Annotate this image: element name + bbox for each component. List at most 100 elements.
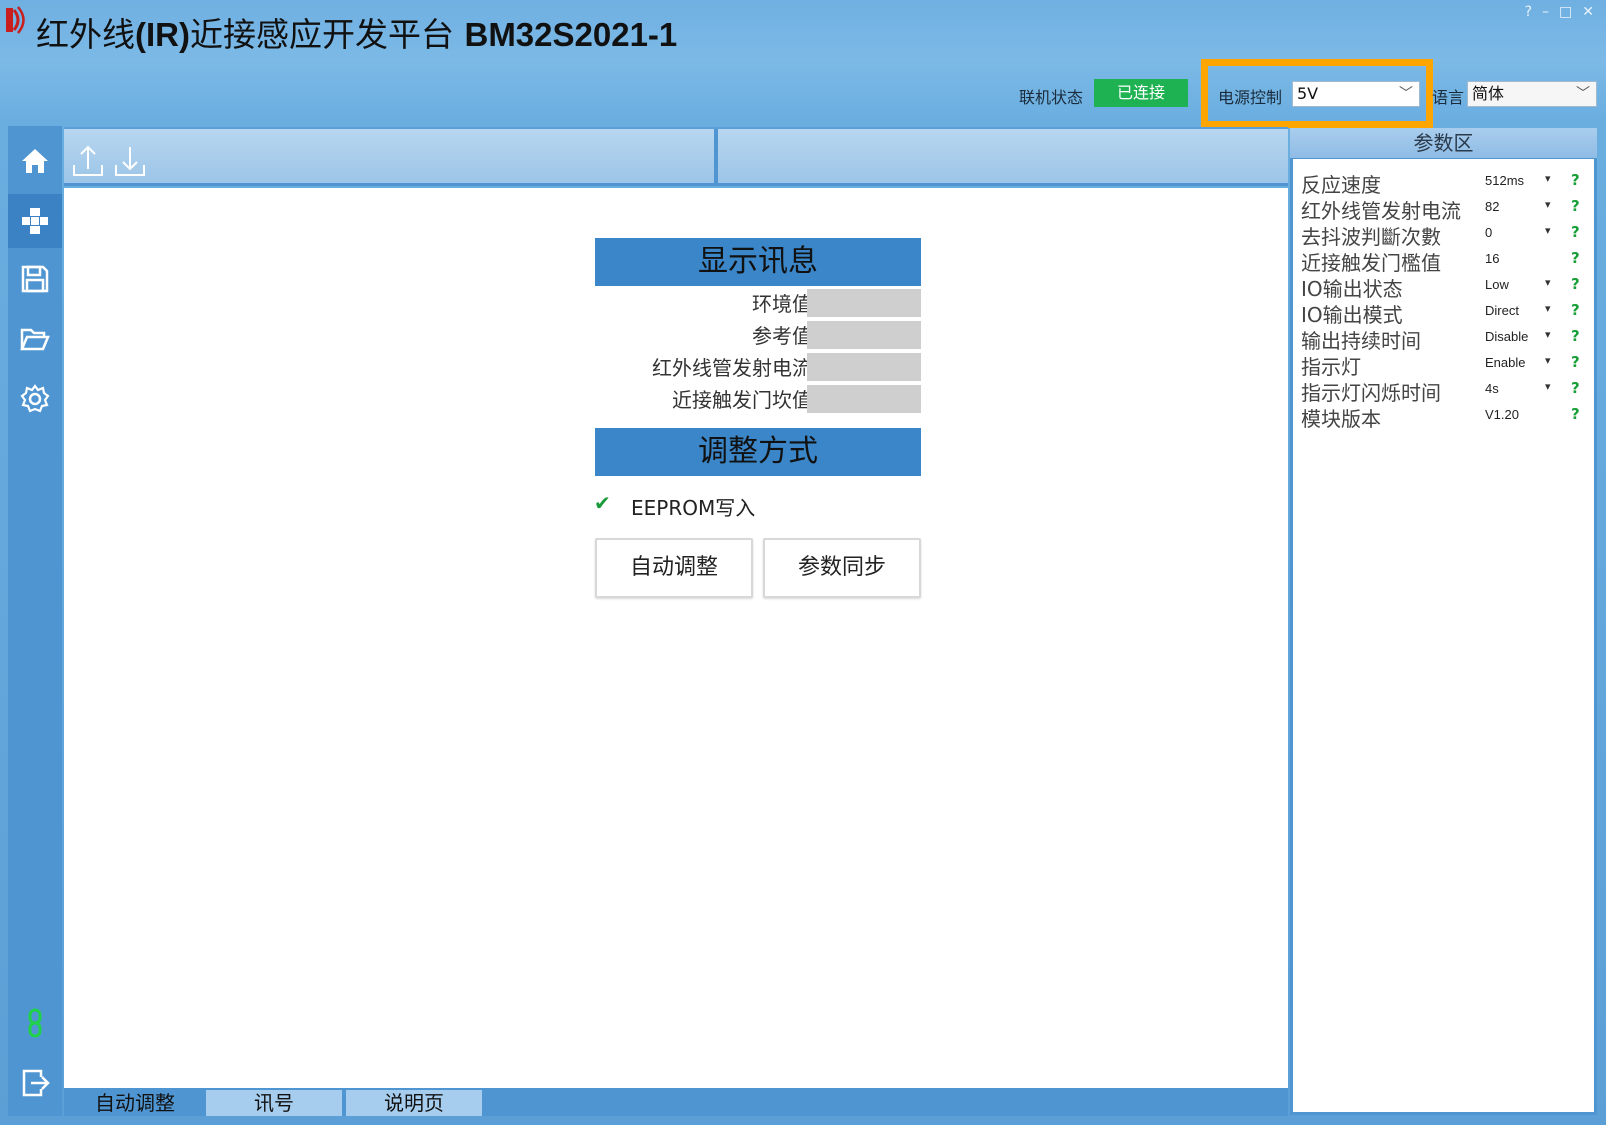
param-row: IO输出模式 Direct ▾ ? bbox=[1293, 299, 1594, 327]
param-panel: 参数区 反应速度 512ms ▾ ? 红外线管发射电流 82 ▾ ? 去抖波判斷… bbox=[1290, 128, 1597, 1115]
ambient-value-field bbox=[807, 289, 921, 317]
param-label: 输出持续时间 bbox=[1301, 329, 1421, 353]
main-content: 显示讯息 环境值 参考值 红外线管发射电流 近接触发门坎值 调整方式 ✔ EEP… bbox=[64, 188, 1288, 1088]
question-icon[interactable]: ? bbox=[1571, 223, 1580, 241]
sidebar-connection-button[interactable] bbox=[8, 996, 62, 1050]
adjust-mode-header: 调整方式 bbox=[595, 428, 921, 476]
param-value: Low bbox=[1485, 277, 1509, 292]
param-row: 红外线管发射电流 82 ▾ ? bbox=[1293, 195, 1594, 223]
param-panel-title: 参数区 bbox=[1290, 128, 1597, 158]
ambient-value-label: 环境值 bbox=[752, 292, 812, 316]
dropdown-arrow-icon[interactable]: ▾ bbox=[1545, 224, 1551, 237]
chevron-down-icon: ﹀ bbox=[1399, 86, 1413, 102]
bottom-tab-bar: 自动调整 讯号 说明页 bbox=[64, 1088, 1288, 1116]
connection-status-label: 联机状态 bbox=[1019, 88, 1084, 107]
param-value: 0 bbox=[1485, 225, 1493, 240]
param-value: Direct bbox=[1485, 303, 1519, 318]
param-label: 反应速度 bbox=[1301, 173, 1381, 197]
language-label: 语言 bbox=[1432, 88, 1465, 107]
tab-signal[interactable]: 讯号 bbox=[206, 1090, 342, 1116]
sidebar-exit-button[interactable] bbox=[8, 1056, 62, 1110]
param-value: 4s bbox=[1485, 381, 1499, 396]
exit-icon bbox=[22, 1069, 50, 1097]
tab-auto-adjust[interactable]: 自动调整 bbox=[64, 1090, 206, 1116]
folder-open-icon bbox=[20, 328, 50, 351]
param-value: Enable bbox=[1485, 355, 1526, 370]
param-row: 近接触发门檻值 16 ? bbox=[1293, 247, 1594, 275]
param-row: IO输出状态 Low ▾ ? bbox=[1293, 273, 1594, 301]
app-title: 红外线(IR)近接感应开发平台 BM32S2021-1 bbox=[36, 15, 678, 54]
param-list: 反应速度 512ms ▾ ? 红外线管发射电流 82 ▾ ? 去抖波判斷次數 0… bbox=[1293, 159, 1594, 1112]
question-icon[interactable]: ? bbox=[1571, 301, 1580, 319]
dropdown-arrow-icon[interactable]: ▾ bbox=[1545, 302, 1551, 315]
chevron-down-icon: ﹀ bbox=[1576, 86, 1590, 102]
upload-icon[interactable] bbox=[70, 143, 106, 179]
language-select[interactable]: 简体 ﹀ bbox=[1467, 81, 1597, 107]
dropdown-arrow-icon[interactable]: ▾ bbox=[1545, 172, 1551, 185]
param-value: 512ms bbox=[1485, 173, 1525, 188]
sidebar-module-button[interactable] bbox=[8, 194, 62, 248]
help-window-button[interactable]: ? bbox=[1525, 4, 1532, 20]
question-icon[interactable]: ? bbox=[1571, 405, 1580, 423]
param-label: 指示灯闪烁时间 bbox=[1301, 381, 1441, 405]
window-controls: ? – □ ✕ bbox=[1525, 4, 1594, 20]
connection-status-badge: 已连接 bbox=[1094, 79, 1188, 107]
param-label: 模块版本 bbox=[1301, 407, 1381, 431]
param-label: IO输出状态 bbox=[1301, 277, 1403, 301]
param-label: 指示灯 bbox=[1301, 355, 1361, 379]
param-value: V1.20 bbox=[1485, 407, 1519, 422]
param-row: 指示灯闪烁时间 4s ▾ ? bbox=[1293, 377, 1594, 405]
maximize-button[interactable]: □ bbox=[1559, 4, 1572, 20]
minimize-button[interactable]: – bbox=[1542, 4, 1549, 20]
trigger-threshold-field bbox=[807, 385, 921, 413]
dropdown-arrow-icon[interactable]: ▾ bbox=[1545, 276, 1551, 289]
param-label: 红外线管发射电流 bbox=[1301, 199, 1461, 223]
gear-icon bbox=[20, 384, 50, 413]
download-icon[interactable] bbox=[112, 143, 148, 179]
tab-help-page[interactable]: 说明页 bbox=[346, 1090, 482, 1116]
param-label: 去抖波判斷次數 bbox=[1301, 225, 1441, 249]
eeprom-write-checkbox[interactable]: ✔ bbox=[594, 491, 611, 515]
param-row: 去抖波判斷次數 0 ▾ ? bbox=[1293, 221, 1594, 249]
dropdown-arrow-icon[interactable]: ▾ bbox=[1545, 354, 1551, 367]
dropdown-arrow-icon[interactable]: ▾ bbox=[1545, 328, 1551, 341]
question-icon[interactable]: ? bbox=[1571, 171, 1580, 189]
save-icon bbox=[21, 265, 49, 293]
power-control-select[interactable]: 5V ﹀ bbox=[1292, 81, 1420, 107]
ir-current-label: 红外线管发射电流 bbox=[652, 356, 812, 380]
param-row: 模块版本 V1.20 ? bbox=[1293, 403, 1594, 431]
param-value: Disable bbox=[1485, 329, 1529, 344]
sidebar-settings-button[interactable] bbox=[8, 372, 62, 426]
trigger-threshold-label: 近接触发门坎值 bbox=[672, 388, 812, 412]
ir-current-field bbox=[807, 353, 921, 381]
param-label: 近接触发门檻值 bbox=[1301, 251, 1441, 275]
home-icon bbox=[22, 149, 48, 173]
param-row: 指示灯 Enable ▾ ? bbox=[1293, 351, 1594, 379]
sidebar-open-button[interactable] bbox=[8, 312, 62, 366]
question-icon[interactable]: ? bbox=[1571, 197, 1580, 215]
question-icon[interactable]: ? bbox=[1571, 249, 1580, 267]
close-button[interactable]: ✕ bbox=[1582, 4, 1594, 20]
dropdown-arrow-icon[interactable]: ▾ bbox=[1545, 380, 1551, 393]
question-icon[interactable]: ? bbox=[1571, 275, 1580, 293]
param-label: IO输出模式 bbox=[1301, 303, 1403, 327]
sidebar-home-button[interactable] bbox=[8, 134, 62, 188]
power-control-label: 电源控制 bbox=[1218, 88, 1283, 107]
param-value: 82 bbox=[1485, 199, 1500, 214]
question-icon[interactable]: ? bbox=[1571, 353, 1580, 371]
sidebar-save-button[interactable] bbox=[8, 252, 62, 306]
param-row: 输出持续时间 Disable ▾ ? bbox=[1293, 325, 1594, 353]
display-info-header: 显示讯息 bbox=[595, 238, 921, 286]
param-sync-button[interactable]: 参数同步 bbox=[763, 538, 921, 598]
dropdown-arrow-icon[interactable]: ▾ bbox=[1545, 198, 1551, 211]
question-icon[interactable]: ? bbox=[1571, 327, 1580, 345]
question-icon[interactable]: ? bbox=[1571, 379, 1580, 397]
link-icon bbox=[28, 1008, 42, 1038]
app-logo-icon bbox=[6, 6, 25, 34]
reference-value-label: 参考值 bbox=[752, 324, 812, 348]
toolbar bbox=[64, 127, 1288, 186]
auto-adjust-button[interactable]: 自动调整 bbox=[595, 538, 753, 598]
eeprom-write-label[interactable]: EEPROM写入 bbox=[631, 492, 755, 521]
param-row: 反应速度 512ms ▾ ? bbox=[1293, 169, 1594, 197]
param-value: 16 bbox=[1485, 251, 1500, 266]
